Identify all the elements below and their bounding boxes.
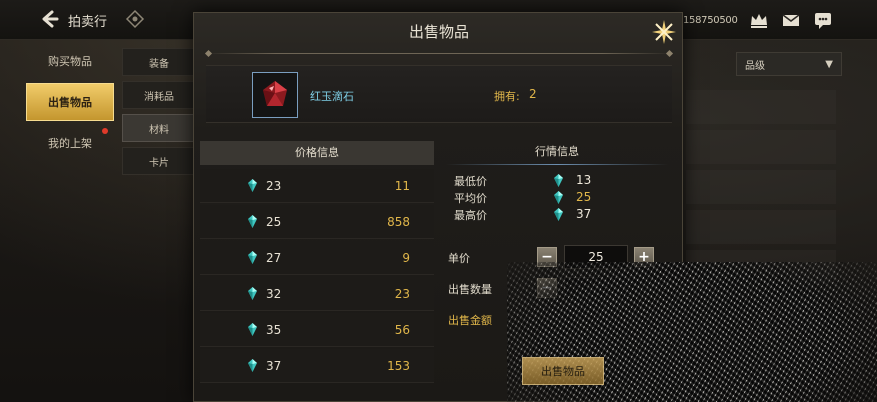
price-row[interactable]: 23 11 [200,169,434,203]
category-label: 材料 [149,124,169,136]
close-icon[interactable] [651,19,677,45]
listing-quantity: 9 [402,251,410,265]
gem-currency-icon [248,215,257,228]
listing-quantity: 11 [394,179,410,193]
price-value: 37 [266,359,282,373]
price-row[interactable]: 32 23 [200,277,434,311]
category-materials[interactable]: 材料 [122,114,196,142]
currency-amount: 158750500 [683,14,738,26]
listing-quantity: 153 [387,359,410,373]
list-item [686,90,836,124]
nav-buy-items[interactable]: 购买物品 [26,42,114,80]
price-row[interactable]: 27 9 [200,241,434,275]
gem-currency-icon [248,323,257,336]
price-value: 23 [266,179,282,193]
market-stat-row: 最低价 13 [454,173,654,189]
ruby-gem-icon [263,81,287,106]
crown-icon[interactable] [748,10,770,30]
gem-currency-icon [554,208,563,221]
market-stat-row: 最高价 37 [454,207,654,223]
gem-currency-icon [554,174,563,187]
list-item [686,170,836,204]
gem-currency-icon [248,179,257,192]
category-cards[interactable]: 卡片 [122,147,196,175]
listing-quantity: 56 [394,323,410,337]
listing-quantity: 23 [394,287,410,301]
stat-value: 37 [576,207,592,221]
owned-label: 拥有: [494,90,520,103]
price-value: 27 [266,251,282,265]
unit-price-label: 单价 [448,252,470,265]
back-arrow-icon[interactable] [38,8,60,30]
sell-button[interactable]: 出售物品 [522,357,604,385]
price-value: 35 [266,323,282,337]
category-label: 装备 [149,58,169,70]
price-value: 32 [266,287,282,301]
nav-label: 出售物品 [48,96,92,109]
page-title: 拍卖行 [68,15,108,30]
gem-currency-icon [248,287,257,300]
category-nav: 装备 消耗品 材料 卡片 [122,48,196,180]
category-equipment[interactable]: 装备 [122,48,196,76]
price-row[interactable]: 37 153 [200,349,434,383]
market-info-header: 行情信息 [535,145,579,158]
dialog-title: 出售物品 [408,23,469,41]
category-consumables[interactable]: 消耗品 [122,81,196,109]
list-item [686,130,836,164]
nav-label: 我的上架 [48,137,92,150]
chevron-down-icon: ▼ [825,58,833,70]
gem-currency-icon [248,359,257,372]
stat-label: 最低价 [454,175,487,188]
info-diamond-icon[interactable] [125,9,145,29]
category-label: 卡片 [149,157,169,169]
nav-label: 购买物品 [48,55,92,68]
sell-total-label: 出售金额 [448,314,492,327]
notification-dot [102,128,108,134]
stat-value: 25 [576,190,592,204]
nav-my-listings[interactable]: 我的上架 [26,124,114,162]
price-info-panel: 价格信息 23 11 25 858 27 9 32 23 35 56 37 153 [200,141,434,391]
price-info-header: 价格信息 [200,141,434,165]
price-row[interactable]: 35 56 [200,313,434,347]
mail-icon[interactable] [780,10,802,30]
market-divider [446,164,668,165]
market-stat-row: 平均价 25 [454,190,654,206]
top-right-tools: 158750500 [683,0,834,40]
grade-filter-dropdown[interactable]: 品级 ▼ [736,52,842,76]
owned-count: 2 [529,87,537,101]
filter-label: 品级 [745,60,765,72]
stat-label: 平均价 [454,192,487,205]
category-label: 消耗品 [144,91,174,103]
chat-icon[interactable] [812,10,834,30]
listing-quantity: 858 [387,215,410,229]
title-divider [206,53,672,54]
stat-label: 最高价 [454,209,487,222]
stat-value: 13 [576,173,592,187]
gem-currency-icon [554,191,563,204]
left-nav: 购买物品 出售物品 我的上架 [26,42,116,165]
price-row[interactable]: 25 858 [200,205,434,239]
item-slot[interactable] [252,72,298,118]
item-info-bar: 红玉滴石 拥有: 2 [206,65,672,123]
gem-currency-icon [248,251,257,264]
nav-sell-items[interactable]: 出售物品 [26,83,114,121]
list-item [686,210,836,244]
price-value: 25 [266,215,282,229]
item-name: 红玉滴石 [310,90,354,103]
sell-quantity-label: 出售数量 [448,283,492,296]
